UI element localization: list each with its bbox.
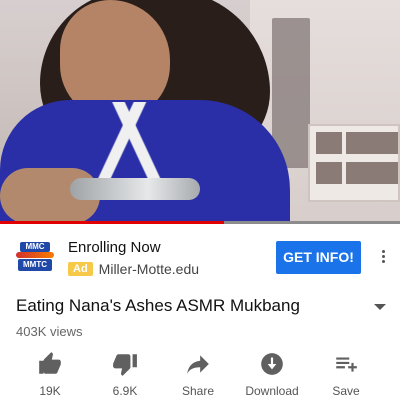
thumbs-up-icon (10, 350, 90, 378)
download-icon (232, 350, 312, 378)
save-label: Save (332, 384, 360, 398)
action-bar: 19K 6.9K Share Download Save (0, 350, 400, 400)
more-options-icon[interactable] (375, 248, 391, 268)
view-count: 403K views (16, 324, 83, 339)
dislike-button[interactable]: 6.9K (85, 350, 165, 398)
video-player[interactable] (0, 0, 400, 224)
shirt-collar (70, 102, 190, 182)
ad-badge: Ad (68, 262, 93, 276)
background-shelf (308, 124, 400, 202)
ad-logo: MMC MMTC (16, 239, 56, 277)
download-button[interactable]: Download (232, 350, 312, 398)
expand-description-icon[interactable] (374, 304, 386, 310)
save-button[interactable]: Save (306, 350, 386, 398)
playlist-add-icon (306, 350, 386, 378)
thumbs-down-icon (85, 350, 165, 378)
logo-text-top: MMC (20, 242, 50, 252)
ad-subline: Ad Miller-Motte.edu (68, 261, 199, 277)
progress-fill (0, 221, 224, 224)
spoon (70, 178, 200, 200)
get-info-button[interactable]: GET INFO! (276, 241, 361, 274)
share-label: Share (181, 384, 215, 398)
like-count: 19K (39, 384, 61, 398)
ad-banner[interactable]: MMC MMTC Enrolling Now Ad Miller-Motte.e… (0, 226, 400, 288)
ad-title: Enrolling Now (68, 239, 161, 256)
logo-swoosh (16, 252, 54, 258)
download-label: Download (245, 384, 299, 398)
like-button[interactable]: 19K (10, 350, 90, 398)
dislike-count: 6.9K (112, 384, 138, 398)
ad-domain[interactable]: Miller-Motte.edu (99, 261, 199, 277)
progress-bar[interactable] (0, 221, 400, 224)
logo-text-bottom: MMTC (18, 259, 52, 271)
share-icon (158, 350, 238, 378)
share-button[interactable]: Share (158, 350, 238, 398)
video-title: Eating Nana's Ashes ASMR Mukbang (16, 296, 300, 315)
